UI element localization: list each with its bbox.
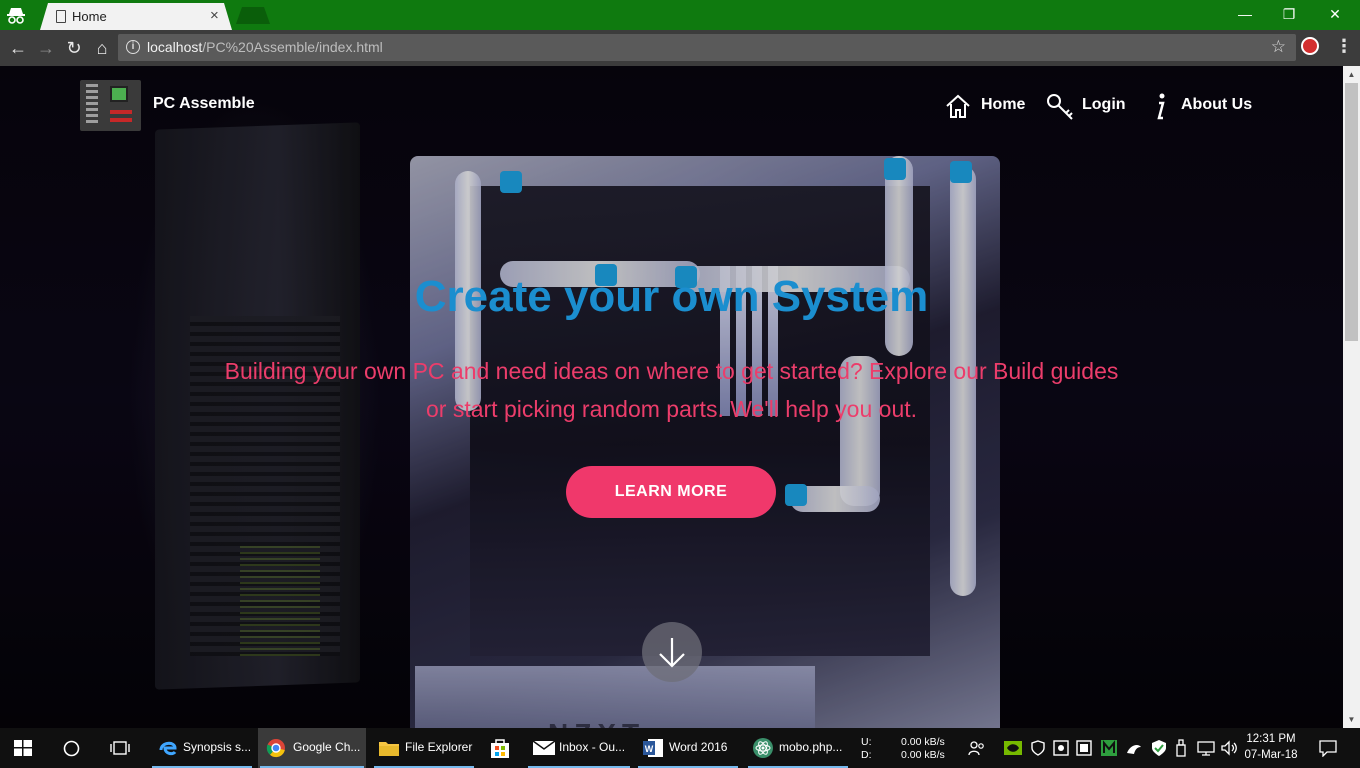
reload-button[interactable]: ↻ <box>63 37 85 59</box>
nav-about-us-label: About Us <box>1181 96 1253 113</box>
taskbar-app-chrome[interactable]: Google Ch... <box>258 728 366 768</box>
arrow-down-icon <box>659 638 685 668</box>
page-viewport: NZXT. PC Assemble Home Login About Us Cr… <box>0 66 1343 728</box>
hero-subtitle: Building your own PC and need ideas on w… <box>224 358 1119 422</box>
nvidia-icon[interactable] <box>1004 741 1022 755</box>
volume-icon[interactable] <box>1220 740 1238 756</box>
url-host: localhost <box>147 39 203 55</box>
key-icon <box>1047 94 1073 120</box>
url-path: /PC%20Assemble/index.html <box>202 39 383 55</box>
taskbar-clock[interactable]: 12:31 PM 07-Mar-18 <box>1240 731 1302 763</box>
url-text: localhost/PC%20Assemble/index.html <box>147 39 383 55</box>
net-upload-speed: 0.00 kB/s <box>901 736 945 748</box>
hero-title: Create your own System <box>414 272 929 321</box>
scrollbar-thumb[interactable] <box>1345 83 1358 341</box>
taskbar-app-outlook[interactable]: Inbox - Ou... <box>526 728 632 768</box>
msi-dragon-icon[interactable] <box>1125 739 1143 757</box>
logo-slot <box>110 110 132 114</box>
mail-icon <box>532 740 556 755</box>
logo-pins <box>86 84 98 126</box>
taskbar-app-label: Word 2016 <box>669 740 728 754</box>
usb-drive-icon[interactable] <box>1175 739 1187 757</box>
word-icon: W <box>643 739 663 757</box>
close-window-button[interactable]: ✕ <box>1312 3 1358 25</box>
bookmark-star-icon[interactable]: ☆ <box>1271 37 1286 57</box>
info-icon <box>1157 93 1165 120</box>
people-icon[interactable] <box>968 739 986 757</box>
browser-toolbar: ← → ↻ ⌂ i localhost/PC%20Assemble/index.… <box>0 30 1360 66</box>
site-logo[interactable] <box>80 80 141 131</box>
taskbar-app-label: File Explorer <box>405 740 473 754</box>
taskbar-app-file-explorer[interactable]: File Explorer <box>372 728 476 768</box>
malwarebytes-icon[interactable] <box>1100 739 1118 757</box>
scroll-up-arrow-icon[interactable]: ▲ <box>1343 66 1360 83</box>
browser-menu-icon[interactable]: ⋮ <box>1335 36 1353 57</box>
home-icon <box>946 94 970 118</box>
taskbar-app-label: Google Ch... <box>293 740 361 754</box>
logo-slot <box>110 118 132 122</box>
net-download-label: D: <box>861 749 872 761</box>
home-button[interactable]: ⌂ <box>91 37 113 59</box>
logo-chip <box>110 86 128 102</box>
nav-login-label: Login <box>1082 96 1126 113</box>
back-button[interactable]: ← <box>7 37 29 59</box>
clock-time: 12:31 PM <box>1246 733 1296 745</box>
browser-tab-strip: Home × — ❐ ✕ <box>0 0 1360 30</box>
net-download-speed: 0.00 kB/s <box>901 749 945 761</box>
page-icon <box>56 10 66 23</box>
incognito-icon <box>7 8 25 24</box>
taskbar-app-label: Inbox - Ou... <box>559 740 626 754</box>
site-brand[interactable]: PC Assemble <box>153 95 255 113</box>
new-tab-button[interactable] <box>236 7 270 24</box>
settings-tray-icon[interactable] <box>1053 740 1069 756</box>
action-center-icon[interactable] <box>1319 740 1337 757</box>
forward-button[interactable]: → <box>35 37 57 59</box>
net-upload-label: U: <box>861 736 872 748</box>
minimize-button[interactable]: — <box>1222 3 1268 25</box>
shield-tray-icon[interactable] <box>1031 740 1045 756</box>
nav-home-label: Home <box>981 96 1026 113</box>
taskbar-app-label: Synopsis s... <box>183 740 252 754</box>
site-info-icon[interactable]: i <box>126 40 140 54</box>
taskbar-app-store[interactable] <box>480 728 520 768</box>
learn-more-button[interactable]: LEARN MORE <box>566 466 776 518</box>
taskbar-app-atom[interactable]: mobo.php... <box>746 728 850 768</box>
restore-button[interactable]: ❐ <box>1266 3 1312 25</box>
defender-icon[interactable] <box>1150 739 1168 757</box>
atom-icon <box>753 738 773 758</box>
clock-date: 07-Mar-18 <box>1244 749 1298 761</box>
address-bar[interactable]: i localhost/PC%20Assemble/index.html ☆ <box>118 34 1296 61</box>
task-view-icon[interactable] <box>109 741 131 755</box>
taskbar-app-word[interactable]: W Word 2016 <box>636 728 740 768</box>
scroll-down-button[interactable] <box>642 622 702 682</box>
nav-home[interactable]: Home <box>944 92 1028 122</box>
page-scrollbar[interactable]: ▲ ▼ <box>1343 66 1360 728</box>
folder-icon <box>379 742 399 756</box>
cortana-search-icon[interactable] <box>63 740 80 757</box>
taskbar-app-edge[interactable]: Synopsis s... <box>150 728 254 768</box>
tab-title: Home <box>72 9 107 24</box>
windows-start-icon[interactable] <box>14 740 32 756</box>
nav-about-us[interactable]: About Us <box>1150 92 1255 122</box>
taskbar-app-label: mobo.php... <box>779 740 843 754</box>
browser-tab[interactable]: Home × <box>40 3 232 30</box>
svg-text:W: W <box>645 744 654 754</box>
monitor-tray-icon[interactable] <box>1076 740 1092 756</box>
store-icon <box>491 739 509 758</box>
tab-close-icon[interactable]: × <box>210 7 219 24</box>
edge-icon <box>159 741 177 756</box>
scroll-down-arrow-icon[interactable]: ▼ <box>1343 711 1360 728</box>
nav-login[interactable]: Login <box>1045 92 1127 122</box>
network-icon[interactable] <box>1197 740 1215 756</box>
taskbar: Synopsis s... Google Ch... File Explorer <box>0 728 1360 768</box>
chrome-icon <box>266 739 285 758</box>
extension-icon[interactable] <box>1301 37 1319 55</box>
